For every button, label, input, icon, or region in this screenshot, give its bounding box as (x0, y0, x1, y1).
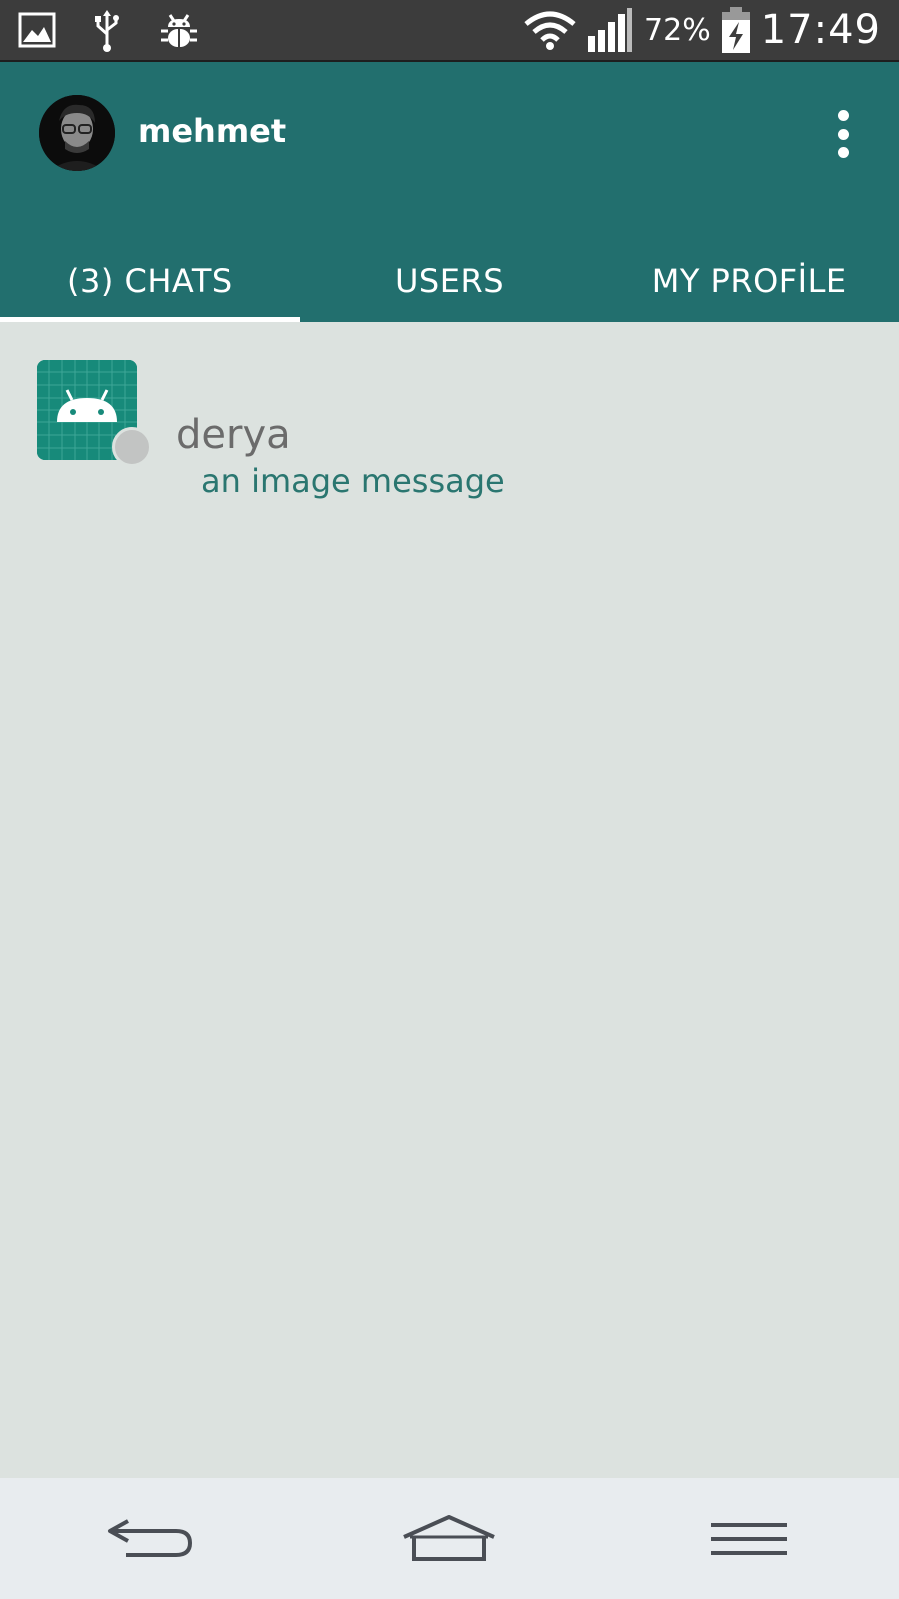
offline-status-dot (112, 427, 152, 467)
navigation-bar (0, 1478, 899, 1599)
tab-bar: (3) CHATS USERS MY PROFİLE (0, 262, 899, 322)
wifi-icon (524, 10, 576, 50)
list-item[interactable]: derya an image message (0, 352, 899, 500)
tab-label: (3) CHATS (67, 262, 233, 300)
image-icon (18, 12, 56, 48)
chat-list: derya an image message (0, 322, 899, 1478)
menu-icon[interactable] (689, 1499, 809, 1579)
user-name: mehmet (138, 112, 287, 150)
back-icon[interactable] (90, 1499, 210, 1579)
more-vertical-icon[interactable] (831, 110, 855, 158)
tab-chats[interactable]: (3) CHATS (0, 262, 300, 322)
app-bar: mehmet (3) CHATS USERS MY PROFİLE (0, 62, 899, 322)
tab-label: MY PROFİLE (651, 262, 847, 300)
avatar[interactable] (39, 95, 115, 171)
tab-label: USERS (395, 262, 504, 300)
chat-name: derya (176, 412, 291, 458)
clock: 17:49 (760, 7, 881, 53)
home-icon[interactable] (389, 1499, 509, 1579)
battery-charging-icon (721, 6, 751, 54)
bug-icon (158, 9, 200, 51)
battery-percent: 72% (644, 12, 711, 48)
signal-icon (586, 6, 634, 54)
chat-last-message: an image message (201, 462, 505, 500)
tab-my-profile[interactable]: MY PROFİLE (599, 262, 899, 322)
status-bar: 72% 17:49 (0, 0, 899, 62)
toolbar: mehmet (0, 62, 899, 202)
usb-icon (94, 8, 120, 52)
tab-users[interactable]: USERS (300, 262, 600, 322)
